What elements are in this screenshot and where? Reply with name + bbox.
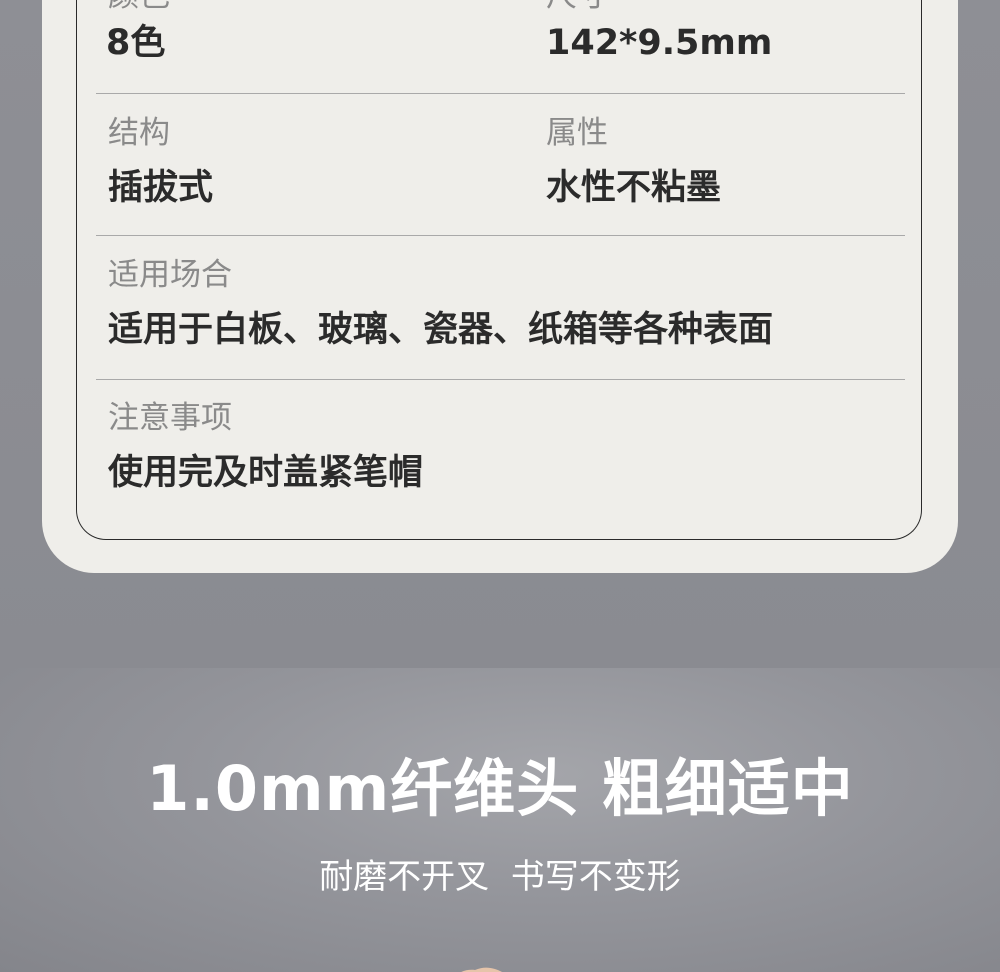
feature-subline: 耐磨不开叉 书写不变形 — [319, 857, 681, 897]
property-label: 属性 — [546, 115, 608, 151]
notes-value: 使用完及时盖紧笔帽 — [108, 453, 424, 493]
notes-label: 注意事项 — [108, 400, 232, 436]
size-value: 142*9.5mm — [546, 23, 773, 63]
hand-image — [461, 967, 502, 972]
size-label: 尺寸 — [546, 0, 608, 12]
feature-section: 1.0mm纤维头 粗细适中 耐磨不开叉 书写不变形 — [0, 668, 1000, 972]
color-value: 8色 — [106, 23, 166, 63]
divider — [96, 379, 905, 380]
divider — [96, 93, 905, 94]
structure-label: 结构 — [108, 115, 170, 151]
color-label: 颜色 — [108, 0, 170, 12]
structure-value: 插拔式 — [108, 168, 214, 208]
divider — [96, 235, 905, 236]
property-value: 水性不粘墨 — [546, 168, 722, 208]
usage-label: 适用场合 — [108, 257, 232, 293]
usage-value: 适用于白板、玻璃、瓷器、纸箱等各种表面 — [108, 310, 774, 350]
feature-headline: 1.0mm纤维头 粗细适中 — [146, 752, 854, 825]
